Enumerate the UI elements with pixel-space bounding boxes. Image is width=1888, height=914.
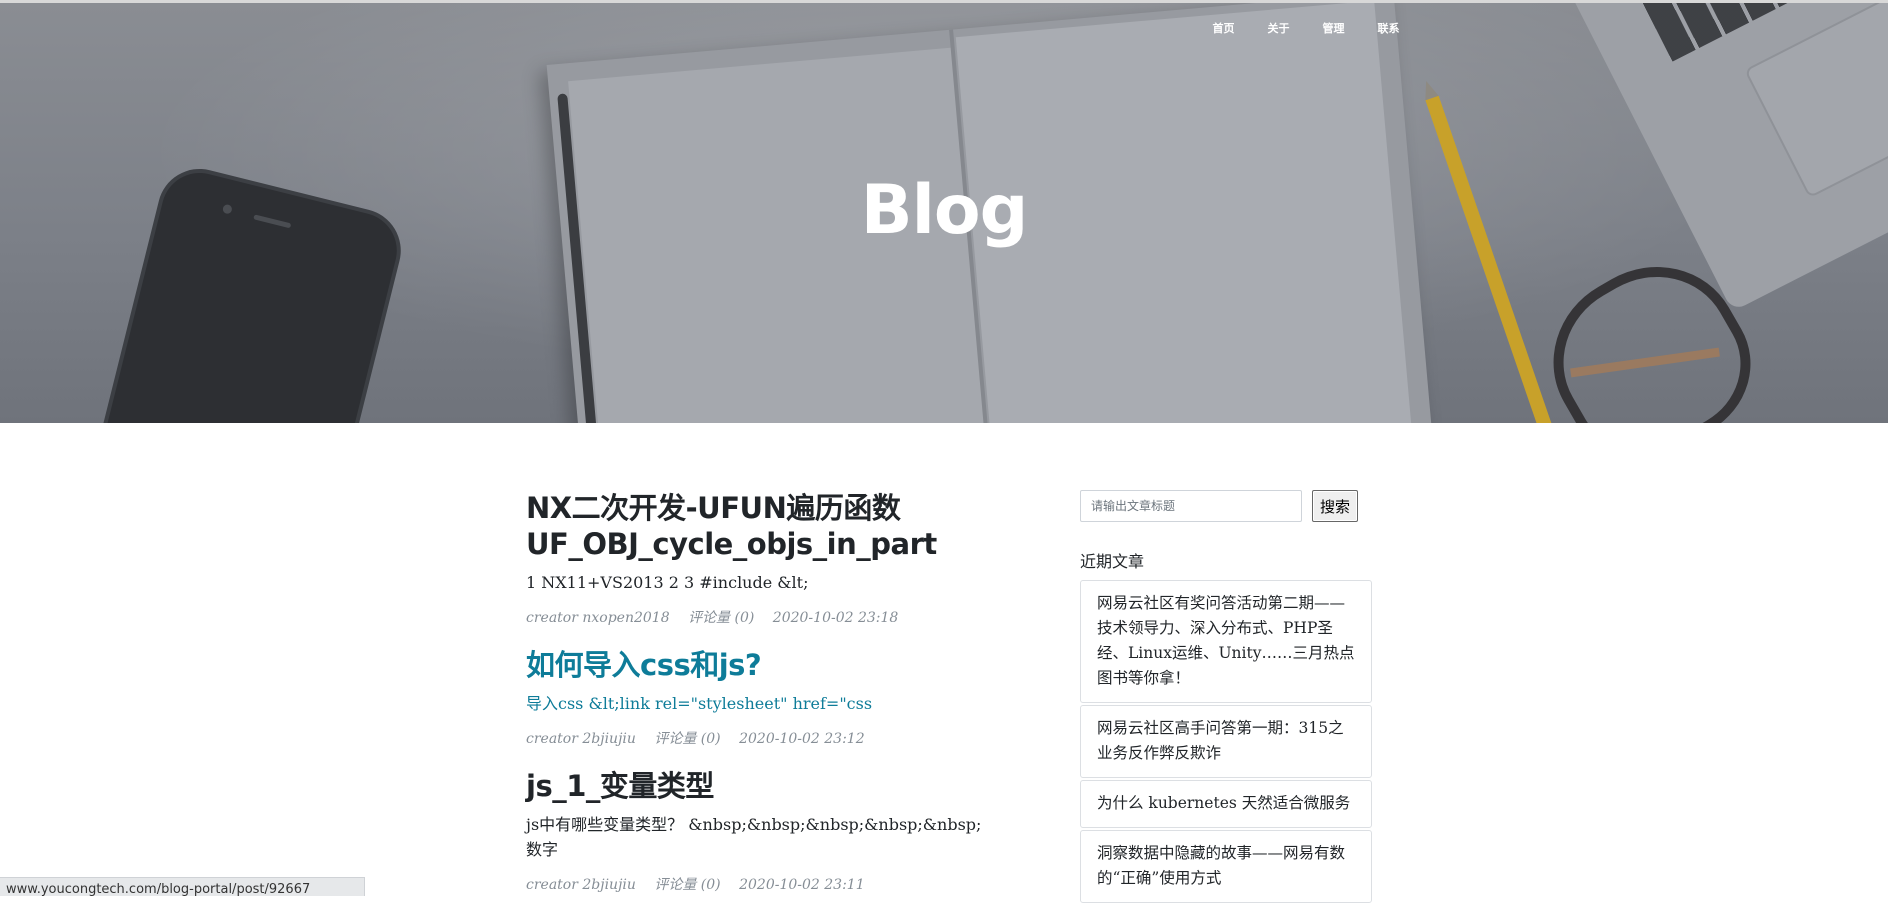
post-title[interactable]: 如何导入css和js?: [526, 647, 986, 683]
recent-post-link[interactable]: 洞察数据中隐藏的故事——网易有数的“正确”使用方式: [1080, 830, 1372, 903]
post-list: NX二次开发-UFUN遍历函数UF_OBJ_cycle_objs_in_part…: [526, 490, 986, 914]
nav-home-link[interactable]: 首页: [1196, 20, 1251, 36]
post-item: NX二次开发-UFUN遍历函数UF_OBJ_cycle_objs_in_part…: [526, 490, 986, 627]
main-nav: 首页 关于 管理 联系: [1196, 20, 1416, 36]
hero-banner: 首页 关于 管理 联系 Blog: [0, 3, 1888, 423]
post-item: js_1_变量类型 js中有哪些变量类型？ &nbsp;&nbsp;&nbsp;…: [526, 768, 986, 894]
post-item: 如何导入css和js? 导入css &lt;link rel="styleshe…: [526, 647, 986, 748]
recent-posts-list: 网易云社区有奖问答活动第二期——技术领导力、深入分布式、PHP圣经、Linux运…: [1080, 580, 1372, 905]
post-creator: creator 2bjiujiu: [526, 731, 636, 747]
post-date: 2020-10-02 23:12: [739, 731, 865, 747]
recent-post-link[interactable]: 为什么 kubernetes 天然适合微服务: [1080, 780, 1372, 828]
post-excerpt[interactable]: 1 NX11+VS2013 2 3 #include &lt;: [526, 570, 986, 595]
recent-post-link[interactable]: 网易云社区高手问答第一期：315之业务反作弊反欺诈: [1080, 705, 1372, 778]
browser-status-url: www.youcongtech.com/blog-portal/post/926…: [0, 877, 365, 896]
search-bar: 搜索: [1080, 490, 1372, 522]
nav-contact-link[interactable]: 联系: [1361, 20, 1416, 36]
post-excerpt[interactable]: js中有哪些变量类型？ &nbsp;&nbsp;&nbsp;&nbsp;&nbs…: [526, 812, 986, 862]
nav-about-link[interactable]: 关于: [1251, 20, 1306, 36]
post-date: 2020-10-02 23:18: [772, 610, 899, 626]
search-input[interactable]: [1080, 490, 1302, 522]
post-comment-count: 评论量 (0): [654, 731, 721, 747]
post-creator: creator 2bjiujiu: [526, 877, 636, 893]
post-meta: creator 2bjiujiu 评论量 (0) 2020-10-02 23:1…: [526, 728, 986, 748]
laptop-trackpad: [1744, 3, 1888, 199]
page-title: Blog: [860, 171, 1029, 250]
search-button[interactable]: 搜索: [1312, 490, 1359, 522]
recent-posts-heading: 近期文章: [1080, 552, 1145, 571]
post-date: 2020-10-02 23:11: [739, 877, 865, 893]
post-comment-count: 评论量 (0): [688, 610, 755, 626]
post-meta: creator nxopen2018 评论量 (0) 2020-10-02 23…: [526, 607, 986, 627]
post-comment-count: 评论量 (0): [654, 877, 721, 893]
sidebar: 搜索 近期文章 网易云社区有奖问答活动第二期——技术领导力、深入分布式、PHP圣…: [1080, 490, 1372, 905]
post-title[interactable]: js_1_变量类型: [526, 768, 986, 804]
post-meta: creator 2bjiujiu 评论量 (0) 2020-10-02 23:1…: [526, 874, 986, 894]
post-creator: creator nxopen2018: [526, 610, 670, 626]
nav-admin-link[interactable]: 管理: [1306, 20, 1361, 36]
post-title[interactable]: NX二次开发-UFUN遍历函数UF_OBJ_cycle_objs_in_part: [526, 490, 986, 562]
post-excerpt[interactable]: 导入css &lt;link rel="stylesheet" href="cs…: [526, 691, 986, 716]
recent-post-link[interactable]: 网易云社区有奖问答活动第二期——技术领导力、深入分布式、PHP圣经、Linux运…: [1080, 580, 1372, 703]
